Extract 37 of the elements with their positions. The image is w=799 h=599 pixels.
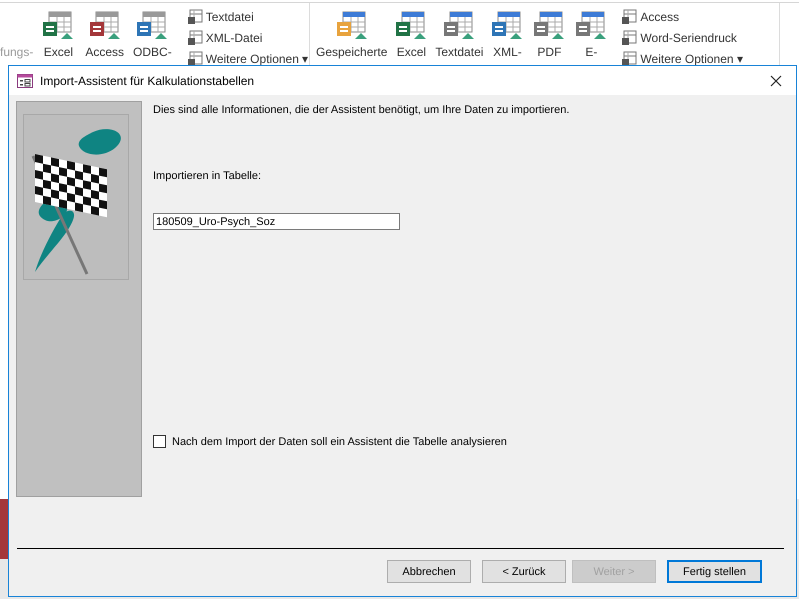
ribbon-button[interactable]: Gespeicherte [314,9,390,79]
field-label: Importieren in Tabelle: [153,170,262,182]
dialog-button[interactable]: Fertig stellen [667,560,762,583]
intro-text: Dies sind alle Informationen, die der Assistent benötigt, um Ihre Daten zu importieren. [153,104,570,116]
table-small-icon [186,30,203,46]
ribbon-button[interactable]: Textdatei [433,9,486,79]
ribbon-button[interactable]: Excel [391,9,432,79]
ribbon-button[interactable]: PDF [529,9,570,79]
table-import-icon [88,11,122,41]
checkbox[interactable] [153,435,166,448]
ribbon-button[interactable]: Textdatei [186,9,308,25]
close-icon [770,74,782,86]
table-import-icon [532,11,566,41]
ribbon-button[interactable]: Weitere Optionen ▾ [186,51,308,67]
ribbon-button[interactable]: XML-Datei [186,30,308,46]
table-import-icon [490,11,524,41]
table-import-icon [442,11,476,41]
form-icon [17,74,33,88]
ribbon-button[interactable]: Access [621,9,743,25]
table-import-icon [334,11,369,41]
table-small-icon [186,9,203,25]
table-import-icon [574,11,608,41]
checkbox-label: Nach dem Import der Daten soll ein Assistent die Tabelle analysieren [172,436,507,448]
table-import-icon [41,11,76,41]
table-import-icon [394,11,428,41]
ribbon-button[interactable]: XML- [487,9,528,79]
dialog-button[interactable]: < Zurück [482,560,566,583]
ribbon-button[interactable]: Weitere Optionen ▾ [621,51,743,67]
window-title: Import-Assistent für Kalkulationstabellen [40,74,256,88]
ribbon-button[interactable]: E- [571,9,612,79]
table-import-icon [135,11,170,41]
table-name-field[interactable]: 180509_Uro-Psych_Soz [153,213,400,230]
sheet-tab-strip [0,499,8,559]
table-small-icon [621,30,638,46]
table-small-icon [621,9,638,25]
ribbon-button[interactable]: Word-Seriendruck [621,30,743,46]
dialog-button[interactable]: Abbrechen [387,560,471,583]
